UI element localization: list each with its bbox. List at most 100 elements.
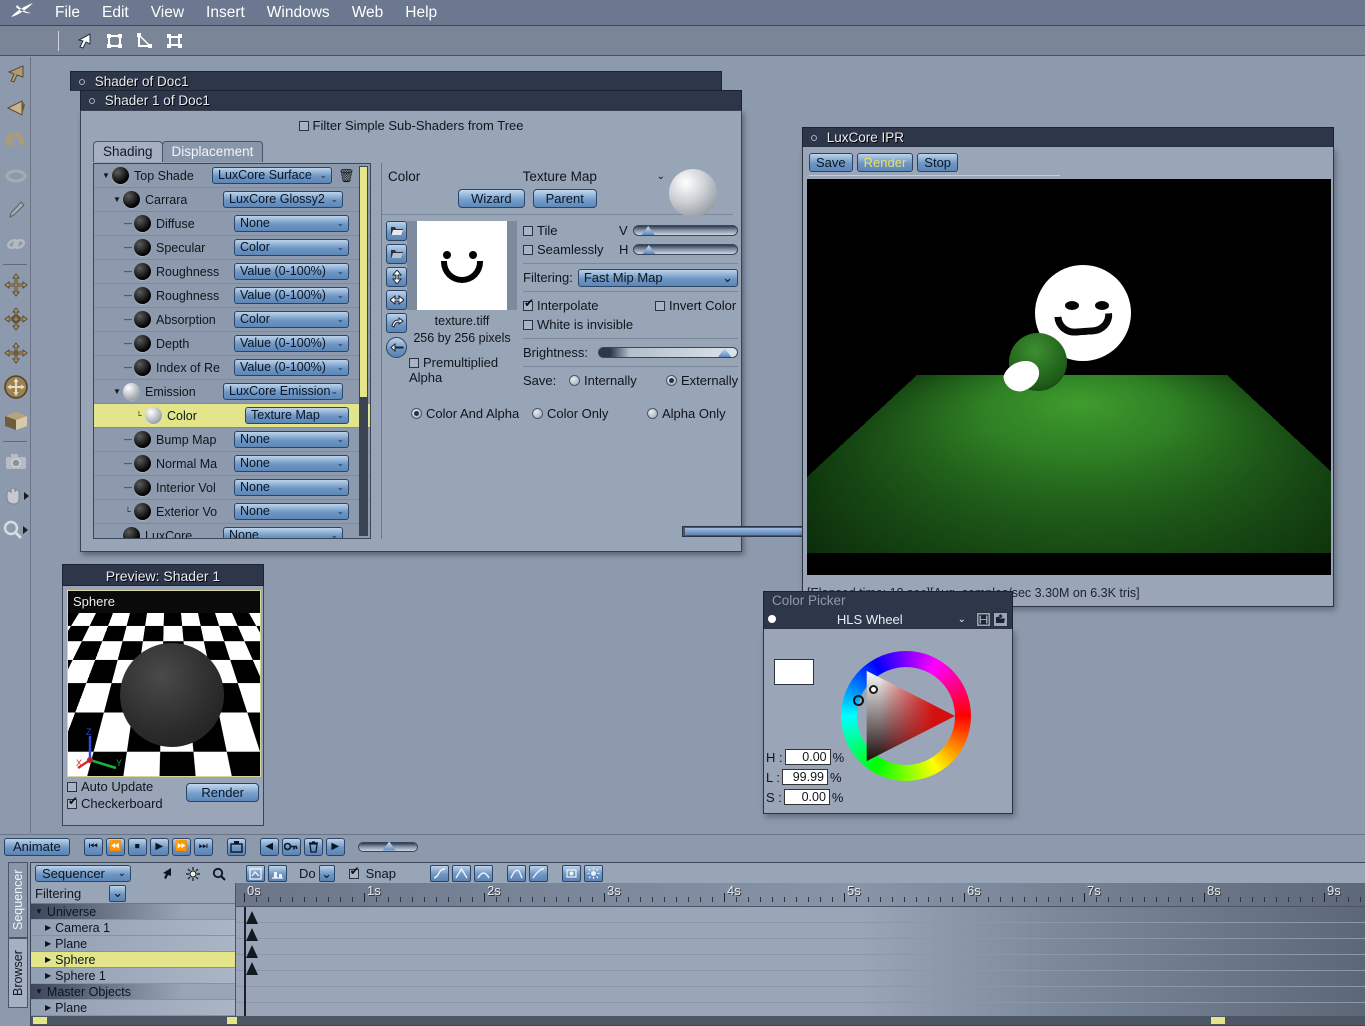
shader-row-select[interactable]: LuxCore Emission ⌄: [223, 383, 343, 400]
channel-color-knob[interactable]: [134, 359, 151, 376]
ipr-render-view[interactable]: [807, 179, 1331, 575]
delete-shader-icon[interactable]: 🗑: [338, 168, 355, 184]
filtering-row[interactable]: Filtering: Fast Mip Map ⌄: [523, 268, 739, 287]
shader-row-select[interactable]: None ⌄: [234, 431, 349, 448]
hue-wheel[interactable]: [841, 651, 971, 781]
mode-chevron-down-icon[interactable]: ⌄: [958, 614, 966, 625]
rotate-icon[interactable]: [386, 313, 407, 333]
saturation-input[interactable]: 0.00: [783, 789, 830, 805]
brightness-row[interactable]: Brightness:: [523, 343, 739, 362]
filtering-row[interactable]: Filtering ⌄: [31, 883, 235, 904]
move-tool[interactable]: [0, 268, 31, 302]
tween-key-icon[interactable]: [562, 865, 581, 882]
channel-color-knob[interactable]: [134, 263, 151, 280]
tree-expander-icon[interactable]: —: [122, 291, 134, 300]
parent-button[interactable]: Parent: [532, 189, 597, 208]
tree-expander-icon[interactable]: —: [122, 243, 134, 252]
tree-expander-icon[interactable]: —: [122, 315, 134, 324]
back-arrow-icon[interactable]: [386, 337, 407, 358]
saturation-field-row[interactable]: S : 0.00 %: [766, 789, 843, 805]
current-color-swatch[interactable]: [774, 659, 814, 685]
sequencer-mode-dropdown[interactable]: Sequencer ⌄: [35, 865, 131, 882]
tree-expander-icon[interactable]: —: [122, 267, 134, 276]
premultiplied-alpha-row[interactable]: Premultiplied Alpha: [407, 355, 517, 385]
box-tool[interactable]: [0, 404, 31, 438]
alpha-mode-row[interactable]: Color And Alpha Color Only Alpha Only: [411, 404, 738, 423]
channel-color-knob[interactable]: [145, 407, 162, 424]
timeline-lane[interactable]: [236, 907, 1365, 923]
timeline-lane[interactable]: [236, 923, 1365, 939]
tween-peak-icon[interactable]: [452, 865, 471, 882]
preview-window[interactable]: Preview: Shader 1 Sphere Z X Y Auto Upda…: [62, 564, 264, 826]
open-folder-icon[interactable]: [386, 221, 407, 241]
channel-color-knob[interactable]: [134, 239, 151, 256]
sequencer-tree-row[interactable]: ▼ Universe: [31, 904, 235, 920]
chain-link-tool[interactable]: [0, 227, 31, 261]
color-picker-titlebar[interactable]: Color Picker: [763, 591, 1013, 609]
window-close-dot-icon[interactable]: [811, 135, 817, 142]
channel-color-knob[interactable]: [112, 167, 129, 184]
arrow-icon[interactable]: [155, 865, 178, 883]
shader-row-select[interactable]: Value (0-100%) ⌄: [234, 335, 349, 352]
auto-update-checkbox[interactable]: [67, 781, 77, 792]
keyframe-marker[interactable]: [246, 945, 258, 958]
alpha-only-radio[interactable]: [647, 408, 658, 419]
cone-tool[interactable]: [0, 91, 31, 125]
preview-render-button[interactable]: Render: [186, 783, 259, 802]
sequencer-tree-row[interactable]: ▶ Plane: [31, 1000, 235, 1016]
lightness-marker[interactable]: [869, 685, 878, 694]
channel-color-knob[interactable]: [134, 503, 151, 520]
v-slider[interactable]: [632, 225, 739, 236]
tree-expander-icon[interactable]: —: [122, 459, 134, 468]
arrow-select-icon[interactable]: [69, 29, 99, 53]
tween-burst-icon[interactable]: [584, 865, 603, 882]
key-icon[interactable]: [281, 837, 301, 856]
shader-tree-row[interactable]: — Diffuse None ⌄: [94, 212, 370, 236]
filtering-chevron-down-icon[interactable]: ⌄: [109, 884, 127, 902]
shader-row-select[interactable]: Value (0-100%) ⌄: [234, 287, 349, 304]
shader-tree-row[interactable]: ▼ Carrara LuxCore Glossy2 ⌄: [94, 188, 370, 212]
fast-forward-icon[interactable]: ⏩: [171, 837, 191, 856]
sequencer-tree-row[interactable]: ▶ Sphere 1: [31, 968, 235, 984]
shader-tree-row[interactable]: LuxCore None ⌄: [94, 524, 370, 538]
shader-tree-row[interactable]: — Absorption Color ⌄: [94, 308, 370, 332]
ellipse-tool[interactable]: [0, 159, 31, 193]
vtab-browser[interactable]: Browser: [8, 938, 28, 1008]
channel-color-knob[interactable]: [134, 431, 151, 448]
tween-dome-icon[interactable]: [474, 865, 493, 882]
camera-tool[interactable]: [0, 445, 31, 479]
window-close-dot-icon[interactable]: [79, 79, 85, 86]
ipr-save-button[interactable]: Save: [809, 153, 853, 172]
tree-expander-icon[interactable]: ▶: [45, 955, 51, 964]
tree-expander-icon[interactable]: ▶: [45, 971, 51, 980]
color-picker-window[interactable]: Color Picker HLS Wheel ⌄ H : 0.00 % L : …: [763, 591, 1013, 816]
white-invisible-row[interactable]: White is invisible: [523, 315, 738, 334]
shader-window-background-titlebar[interactable]: Shader of Doc1: [70, 71, 722, 91]
tab-shading[interactable]: Shading: [93, 141, 163, 162]
lightness-input[interactable]: 99.99: [781, 769, 828, 785]
sequencer-tree[interactable]: ▼ Universe ▶ Camera 1 ▶ Plane ▶ Sphere ▶ Sphere 1…: [31, 904, 235, 1016]
shader-tree-row[interactable]: └ Color Texture Map ⌄: [94, 404, 370, 428]
texture-type-chevron-down-icon[interactable]: ⌄: [657, 171, 665, 182]
menu-item-insert[interactable]: Insert: [195, 0, 256, 26]
channel-color-knob[interactable]: [134, 335, 151, 352]
shader-row-select[interactable]: Color ⌄: [234, 311, 349, 328]
do-dropdown-chevron-down-icon[interactable]: ⌄: [318, 865, 335, 882]
menu-item-edit[interactable]: Edit: [91, 0, 140, 26]
tree-expander-icon[interactable]: ▼: [35, 907, 43, 916]
shader-row-select[interactable]: LuxCore Surface ⌄: [212, 167, 332, 184]
premultiplied-alpha-checkbox[interactable]: [409, 358, 419, 368]
window-close-dot-icon[interactable]: [89, 98, 95, 105]
keyframe-marker[interactable]: [246, 962, 258, 975]
timeline-ruler[interactable]: 0s 1s 2s 3s 4s 5s 6s 7s 8s 9s: [236, 883, 1365, 907]
shader-tree-row[interactable]: ▼ Emission LuxCore Emission ⌄: [94, 380, 370, 404]
filter-subshaders-checkbox[interactable]: [298, 121, 309, 131]
vtab-sequencer[interactable]: Sequencer: [8, 862, 28, 938]
preview-render-image[interactable]: Sphere Z X Y: [67, 590, 261, 777]
timeline-lanes[interactable]: [236, 907, 1365, 1025]
channel-color-knob[interactable]: [123, 527, 140, 538]
tab-displacement[interactable]: Displacement: [161, 141, 264, 162]
tree-expander-icon[interactable]: ▶: [45, 1003, 51, 1012]
channel-color-knob[interactable]: [134, 479, 151, 496]
rewind-icon[interactable]: ⏪: [105, 837, 125, 856]
